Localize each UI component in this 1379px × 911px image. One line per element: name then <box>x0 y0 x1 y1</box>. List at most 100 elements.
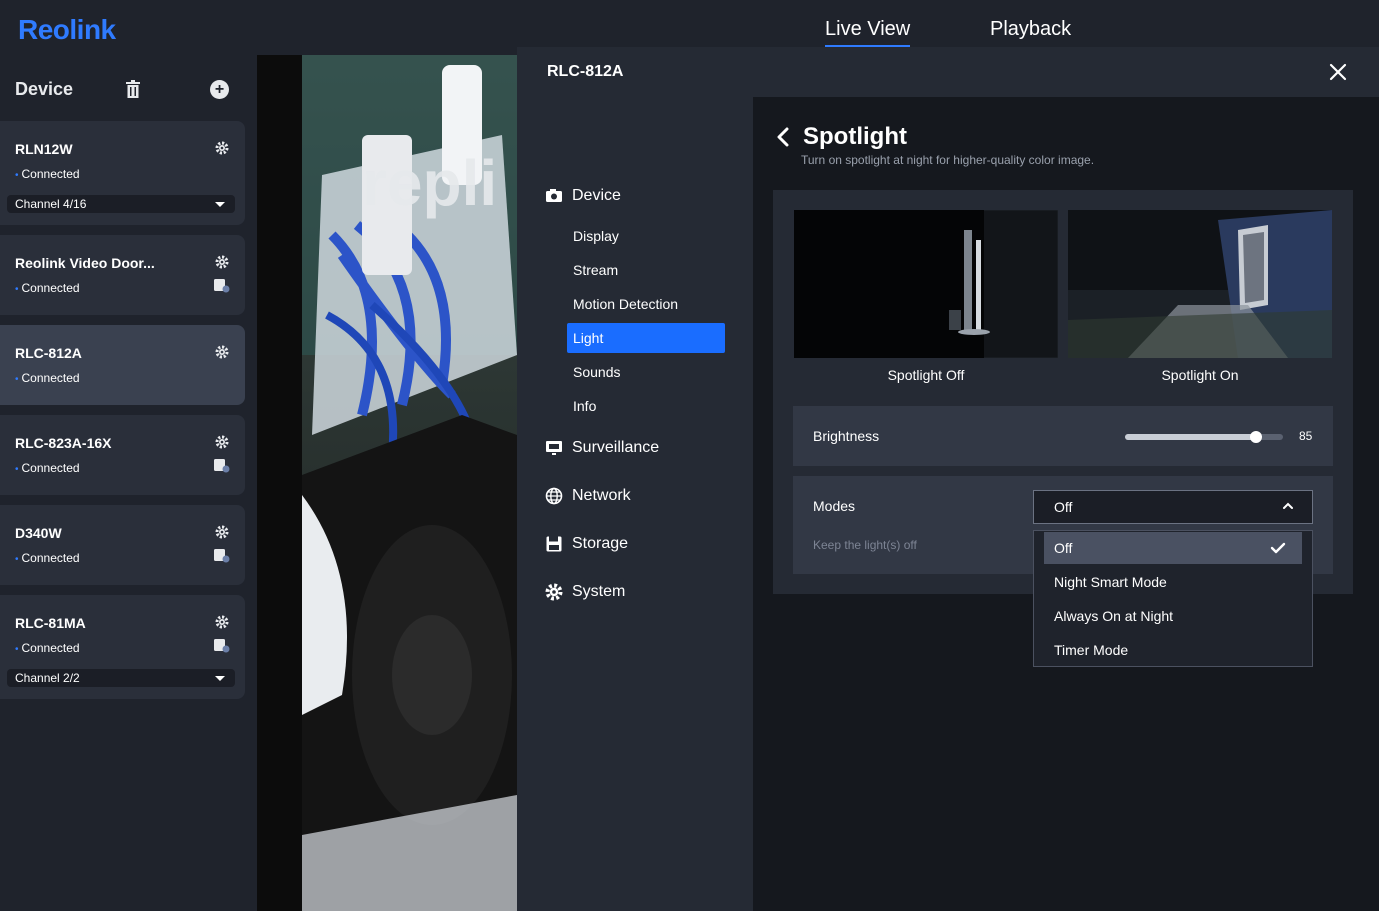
chevron-up-icon <box>1283 502 1293 509</box>
device-status: Connected <box>15 461 80 475</box>
surveillance-icon <box>546 441 562 455</box>
device-status: Connected <box>15 281 80 295</box>
menu-item-light[interactable]: Light <box>567 323 725 353</box>
device-status: Connected <box>15 551 80 565</box>
menu-item-stream[interactable]: Stream <box>567 255 725 285</box>
menu-category-label: Surveillance <box>572 439 660 456</box>
gear-icon[interactable] <box>215 141 229 155</box>
mode-option-night-smart-mode[interactable]: Night Smart Mode <box>1044 566 1302 598</box>
modal-title: RLC-812A <box>547 63 624 80</box>
page-subtitle: Turn on spotlight at night for higher-qu… <box>801 153 1095 167</box>
storage-status-icon[interactable] <box>214 639 230 653</box>
device-sidebar: Device + RLN12W Connected Channel 4/16 R… <box>0 55 257 911</box>
menu-category-surveillance[interactable]: Surveillance <box>545 439 659 457</box>
trash-icon[interactable] <box>126 80 140 98</box>
mode-option-always-on-at-night[interactable]: Always On at Night <box>1044 600 1302 632</box>
settings-menu: Device Display Stream Motion Detection L… <box>517 97 753 911</box>
storage-status-icon[interactable] <box>214 279 230 293</box>
menu-item-motion-detection[interactable]: Motion Detection <box>567 289 725 319</box>
chevron-down-icon <box>215 202 225 207</box>
mode-option-label: Timer Mode <box>1054 642 1129 658</box>
brightness-row: Brightness 85 <box>793 406 1333 466</box>
brightness-slider-handle[interactable] <box>1250 431 1263 443</box>
gear-icon[interactable] <box>215 525 229 539</box>
brightness-slider[interactable] <box>1125 431 1283 443</box>
gear-icon[interactable] <box>215 345 229 359</box>
device-status: Connected <box>15 371 80 385</box>
spotlight-settings: Spotlight Turn on spotlight at night for… <box>753 97 1379 911</box>
tab-playback[interactable]: Playback <box>990 18 1071 41</box>
storage-status-icon[interactable] <box>214 549 230 563</box>
modal-header: RLC-812A <box>517 47 1379 97</box>
mode-option-label: Off <box>1054 540 1073 556</box>
device-status: Connected <box>15 641 80 655</box>
menu-category-label: Device <box>572 187 621 204</box>
gear-icon[interactable] <box>215 615 229 629</box>
page-title: Spotlight <box>803 123 907 150</box>
tab-live-view[interactable]: Live View <box>825 18 911 47</box>
brightness-slider-fill <box>1125 434 1257 440</box>
device-name: RLC-812A <box>15 345 82 361</box>
device-card-rlc-81ma[interactable]: RLC-81MA Connected Channel 2/2 <box>0 595 245 699</box>
gear-icon <box>545 583 563 601</box>
mode-option-label: Night Smart Mode <box>1054 574 1167 590</box>
device-card-rlc-812a[interactable]: RLC-812A Connected <box>0 325 245 405</box>
checkmark-icon <box>1270 542 1286 554</box>
device-name: Reolink Video Door... <box>15 255 155 271</box>
device-status: Connected <box>15 167 80 181</box>
chevron-down-icon <box>215 676 225 681</box>
menu-category-storage[interactable]: Storage <box>545 535 628 553</box>
channel-select[interactable]: Channel 2/2 <box>7 669 235 687</box>
spotlight-off-caption: Spotlight Off <box>887 367 965 383</box>
device-name: RLC-823A-16X <box>15 435 112 451</box>
live-video-area[interactable]: repli <box>257 55 517 911</box>
device-name: RLC-81MA <box>15 615 86 631</box>
modes-dropdown-menu: Off Night Smart Mode Always On at Night … <box>1033 530 1313 667</box>
gear-icon[interactable] <box>215 255 229 269</box>
spotlight-on-preview <box>1068 210 1332 358</box>
modes-description: Keep the light(s) off <box>813 538 917 552</box>
storage-status-icon[interactable] <box>214 459 230 473</box>
sidebar-header: Device + <box>0 55 257 117</box>
menu-item-display[interactable]: Display <box>567 221 725 251</box>
modes-label: Modes <box>813 498 856 514</box>
spotlight-on-caption: Spotlight On <box>1161 367 1239 383</box>
device-card-rlc-823a-16x[interactable]: RLC-823A-16X Connected <box>0 415 245 495</box>
globe-icon <box>545 487 563 505</box>
device-name: D340W <box>15 525 62 541</box>
svg-text:repli: repli <box>362 147 497 219</box>
chevron-left-icon[interactable] <box>776 127 790 147</box>
device-card-d340w[interactable]: D340W Connected <box>0 505 245 585</box>
device-card-video-doorbell[interactable]: Reolink Video Door... Connected <box>0 235 245 315</box>
modes-selected-value: Off <box>1054 499 1073 515</box>
menu-category-label: System <box>572 583 626 600</box>
brightness-value: 85 <box>1299 429 1313 443</box>
close-icon[interactable] <box>1329 63 1347 81</box>
channel-select[interactable]: Channel 4/16 <box>7 195 235 213</box>
menu-category-label: Network <box>572 487 631 504</box>
mode-option-label: Always On at Night <box>1054 608 1174 624</box>
channel-label: Channel 2/2 <box>15 671 80 685</box>
live-video-feed[interactable]: repli <box>302 55 517 911</box>
menu-item-sounds[interactable]: Sounds <box>567 357 725 387</box>
floppy-disk-icon <box>546 536 562 552</box>
brightness-label: Brightness <box>813 428 880 444</box>
menu-category-network[interactable]: Network <box>545 487 631 505</box>
settings-modal: RLC-812A Device Display Stream Motion De… <box>517 47 1379 911</box>
modes-select[interactable]: Off <box>1033 490 1313 524</box>
mode-option-off[interactable]: Off <box>1044 532 1302 564</box>
menu-item-info[interactable]: Info <box>567 391 725 421</box>
device-name: RLN12W <box>15 141 73 157</box>
reolink-logo: Reolink <box>18 14 116 45</box>
gear-icon[interactable] <box>215 435 229 449</box>
spotlight-off-preview <box>794 210 1058 358</box>
menu-category-device[interactable]: Device <box>545 187 621 205</box>
channel-label: Channel 4/16 <box>15 197 87 211</box>
camera-icon <box>546 189 562 202</box>
device-card-rln12w[interactable]: RLN12W Connected Channel 4/16 <box>0 121 245 225</box>
sidebar-title: Device <box>15 79 74 99</box>
menu-category-system[interactable]: System <box>545 583 625 601</box>
mode-option-timer-mode[interactable]: Timer Mode <box>1044 634 1302 666</box>
add-device-icon[interactable]: + <box>210 80 229 99</box>
menu-category-label: Storage <box>572 535 629 552</box>
